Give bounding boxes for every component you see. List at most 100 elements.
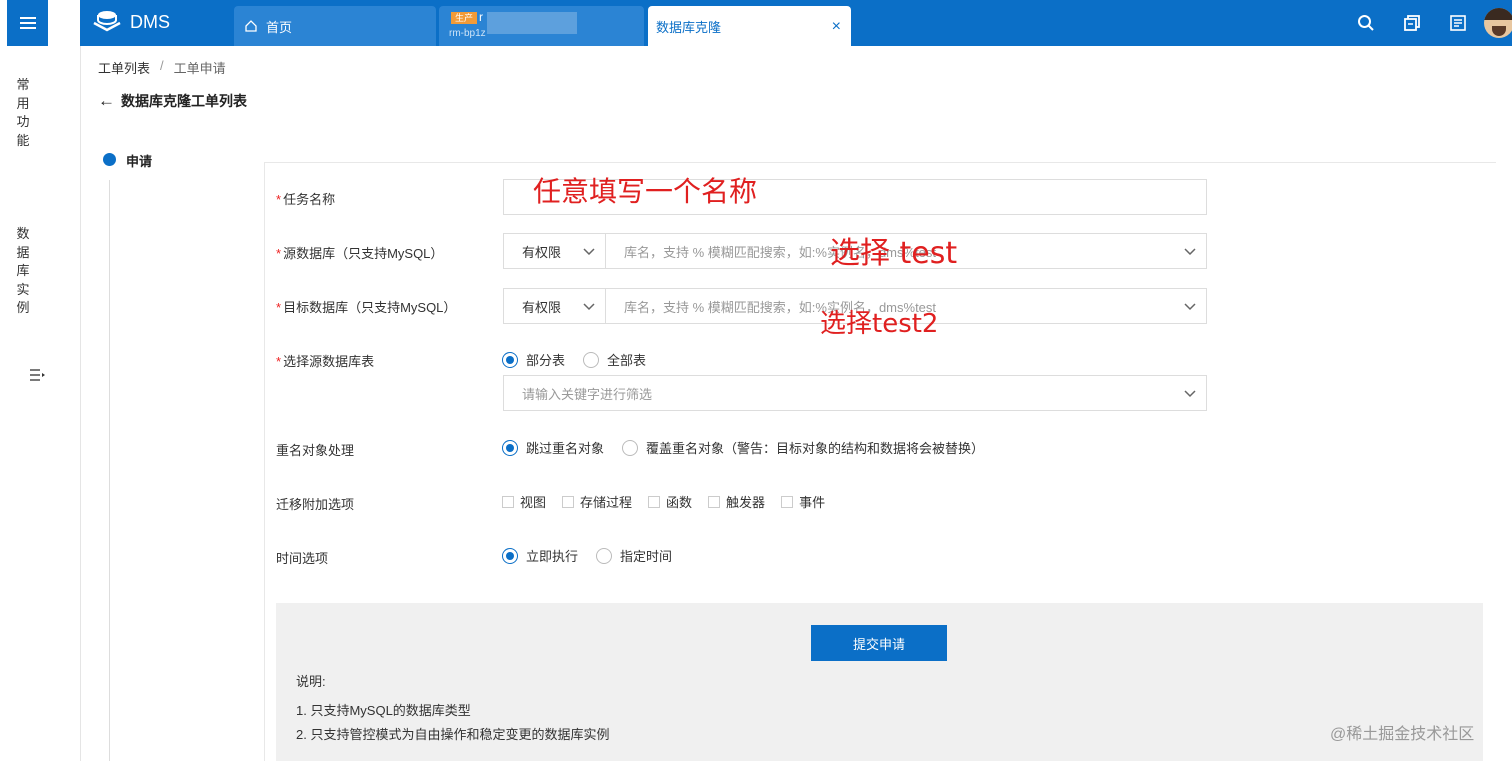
checkbox-views[interactable]: 视图 (502, 492, 546, 511)
radio-label: 立即执行 (526, 549, 579, 564)
checkbox-events[interactable]: 事件 (781, 492, 825, 511)
back-link-label: 数据库克隆工单列表 (121, 93, 247, 109)
source-perm-value: 有权限 (522, 244, 562, 260)
annotation-source-hint: 选择 test (830, 236, 958, 271)
table-filter-placeholder: 请输入关键字进行筛选 (522, 386, 653, 402)
radio-unchecked (596, 547, 613, 564)
hamburger-menu-button[interactable] (7, 0, 48, 46)
checkbox-box (562, 495, 575, 508)
radio-label: 全部表 (607, 353, 647, 368)
step-line (109, 180, 110, 761)
close-icon[interactable]: × (832, 18, 841, 36)
chevron-down-icon (1182, 385, 1198, 401)
top-bar: DMS 首页 生产 r rm-bp1z 数据库克隆 × (0, 0, 1512, 46)
submit-button[interactable]: 提交申请 (811, 625, 947, 661)
rail-divider (80, 46, 81, 761)
target-db-label: * 目标数据库（只支持MySQL） (276, 300, 457, 315)
database-icon (1404, 15, 1420, 31)
step-dot (103, 153, 116, 166)
target-perm-select[interactable]: 有权限 (504, 289, 606, 323)
table-filter-select[interactable]: 请输入关键字进行筛选 (503, 375, 1207, 411)
tab-db-clone-label: 数据库克隆 (656, 19, 722, 35)
watermark: @稀土掘金技术社区 (1330, 726, 1475, 743)
extras-checkbox-group: 视图 存储过程 函数 触发器 事件 (502, 492, 841, 511)
database-button[interactable] (1396, 7, 1428, 39)
rename-label: 重名对象处理 (276, 443, 355, 458)
radio-overwrite-duplicates[interactable]: 覆盖重名对象（警告：目标对象的结构和数据将会被替换） (622, 438, 984, 457)
radio-all-tables[interactable]: 全部表 (583, 350, 646, 369)
rail-common-functions[interactable]: 常用功能 (16, 76, 30, 150)
radio-run-now[interactable]: 立即执行 (502, 546, 578, 565)
chevron-down-icon (581, 298, 597, 314)
tab-db-clone[interactable]: 数据库克隆 × (648, 6, 851, 46)
annotation-target-hint: 选择test2 (820, 309, 939, 339)
source-tables-label: * 选择源数据库表 (276, 354, 375, 369)
rename-radio-group: 跳过重名对象 覆盖重名对象（警告：目标对象的结构和数据将会被替换） (502, 438, 1002, 457)
radio-label: 指定时间 (620, 549, 673, 564)
radio-label: 跳过重名对象 (526, 441, 605, 456)
tab-instance[interactable]: 生产 r rm-bp1z (439, 6, 644, 46)
brand-name: DMS (130, 11, 170, 32)
dms-logo[interactable]: DMS (92, 8, 192, 36)
user-avatar[interactable] (1484, 8, 1512, 38)
chevron-down-icon (1182, 298, 1198, 314)
breadcrumb-workorder-list[interactable]: 工单列表 (98, 58, 150, 77)
target-perm-value: 有权限 (522, 299, 562, 315)
expand-icon (30, 369, 45, 381)
checkbox-box (502, 495, 514, 508)
radio-checked (502, 351, 518, 368)
home-icon (245, 20, 257, 32)
chevron-down-icon (1182, 243, 1198, 259)
checkbox-box (708, 495, 721, 508)
step-label: 申请 (126, 154, 153, 169)
database-logo-icon (93, 11, 121, 32)
avatar-beard (1492, 26, 1506, 36)
checkbox-label: 触发器 (726, 495, 766, 510)
brand-bar: DMS 首页 生产 r rm-bp1z 数据库克隆 × (80, 0, 1512, 46)
search-button[interactable] (1350, 7, 1382, 39)
source-tables-radio-group: 部分表 全部表 (502, 350, 664, 369)
tab-home[interactable]: 首页 (234, 6, 436, 46)
task-name-label: * 任务名称 (276, 192, 336, 207)
checkbox-label: 事件 (799, 495, 826, 510)
breadcrumb-current: 工单申请 (173, 61, 226, 76)
avatar-hair (1484, 8, 1512, 20)
radio-label: 部分表 (526, 353, 566, 368)
note-line: 2. 只支持管控模式为自由操作和稳定变更的数据库实例 (296, 727, 610, 742)
time-label: 时间选项 (276, 551, 329, 566)
radio-skip-duplicates[interactable]: 跳过重名对象 (502, 438, 604, 457)
radio-checked (502, 439, 518, 456)
top-right-icons (1336, 0, 1512, 46)
env-badge: 生产 (451, 12, 478, 24)
breadcrumb-separator: / (160, 58, 164, 73)
back-link[interactable]: ← 数据库克隆工单列表 (98, 91, 247, 111)
radio-schedule[interactable]: 指定时间 (596, 546, 672, 565)
checkbox-box (648, 495, 661, 508)
note-line: 1. 只支持MySQL的数据库类型 (296, 703, 471, 718)
radio-unchecked (622, 439, 639, 456)
redacted-block (487, 12, 577, 34)
checkbox-procedures[interactable]: 存储过程 (562, 492, 632, 511)
radio-unchecked (583, 351, 600, 368)
radio-partial-tables[interactable]: 部分表 (502, 350, 565, 369)
expand-rail-button[interactable] (29, 368, 47, 385)
left-rail (0, 46, 46, 761)
tab-home-label: 首页 (266, 19, 293, 35)
radio-checked (502, 547, 518, 564)
workorder-button[interactable] (1442, 7, 1474, 39)
time-radio-group: 立即执行 指定时间 (502, 546, 690, 565)
menu-icon (19, 17, 36, 29)
checkbox-label: 视图 (520, 495, 547, 510)
checkbox-functions[interactable]: 函数 (648, 492, 692, 511)
checkbox-label: 函数 (666, 495, 693, 510)
source-perm-select[interactable]: 有权限 (504, 234, 606, 268)
rail-db-instances[interactable]: 数据库实例 (16, 225, 30, 318)
chevron-down-icon (581, 243, 597, 259)
back-arrow-icon: ← (98, 91, 115, 110)
submit-area: 提交申请 说明: 1. 只支持MySQL的数据库类型 2. 只支持管控模式为自由… (276, 603, 1483, 761)
checkbox-triggers[interactable]: 触发器 (708, 492, 765, 511)
annotation-name-hint: 任意填写一个名称 (533, 175, 758, 208)
checkbox-box (781, 495, 794, 508)
search-icon (1358, 15, 1374, 31)
checkbox-label: 存储过程 (580, 495, 633, 510)
